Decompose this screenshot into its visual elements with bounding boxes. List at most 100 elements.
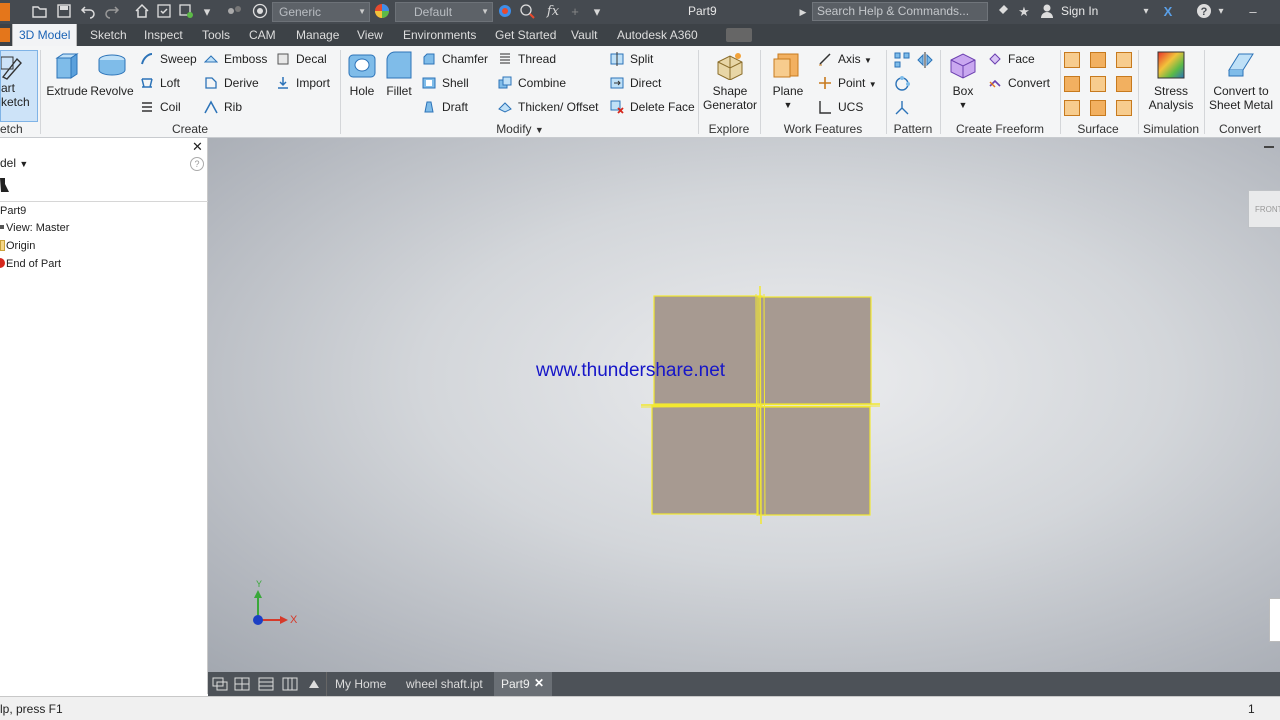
patch-icon[interactable] (1064, 76, 1080, 92)
tree-item-view-master[interactable]: View: Master (0, 222, 69, 234)
tab-cam[interactable]: CAM (249, 28, 276, 42)
shell-button[interactable]: Shell (422, 74, 469, 92)
measure-icon[interactable] (226, 3, 242, 21)
appearance-icon[interactable] (374, 3, 390, 21)
close-icon[interactable]: ✕ (192, 139, 203, 155)
material-icon[interactable] (252, 3, 268, 21)
stitch-icon[interactable] (1090, 52, 1106, 68)
point-button[interactable]: Point ▼ (818, 74, 877, 92)
chamfer-button[interactable]: Chamfer (422, 50, 488, 68)
qat-customize-icon[interactable]: ▾ (590, 3, 604, 21)
qat-dropdown-icon[interactable]: ▾ (200, 3, 214, 21)
plane-button[interactable]: Plane ▼ (766, 50, 810, 112)
material-combo[interactable]: Generic ▼ (272, 2, 370, 22)
extrude-button[interactable]: Extrude (46, 50, 88, 98)
thicken-surface-icon[interactable] (1064, 52, 1080, 68)
draft-button[interactable]: Draft (422, 98, 468, 116)
save-icon[interactable] (56, 3, 72, 21)
viewport-minimize-icon[interactable] (1264, 146, 1274, 148)
signin-dropdown-icon[interactable]: ▾ (1140, 3, 1152, 21)
doc-tab-wheel-shaft[interactable]: wheel shaft.ipt (406, 677, 483, 691)
box-button[interactable]: Box ▼ (944, 50, 982, 112)
combine-button[interactable]: Combine (498, 74, 566, 92)
adjust-icon[interactable] (519, 3, 535, 21)
sign-in-link[interactable]: Sign In (1061, 4, 1098, 18)
sketch-pattern-icon[interactable] (894, 100, 910, 116)
appearance-combo[interactable]: Default ▼ (395, 2, 493, 22)
clear-appearance-icon[interactable] (497, 3, 513, 21)
ribbon-options-icon[interactable] (726, 28, 752, 42)
tab-view[interactable]: View (357, 28, 383, 42)
start-2d-sketch-button[interactable]: art ketch (0, 50, 38, 122)
find-icon[interactable] (0, 178, 10, 195)
select-filter-icon[interactable] (178, 3, 194, 21)
split-button[interactable]: Split (610, 50, 653, 68)
hole-button[interactable]: Hole (344, 50, 380, 98)
help-icon[interactable]: ? (190, 157, 204, 171)
derive-button[interactable]: Derive (204, 74, 259, 92)
fillet-button[interactable]: Fillet (382, 50, 416, 98)
delete-face-button[interactable]: Delete Face (610, 98, 695, 116)
help-icon[interactable]: ? (1196, 3, 1212, 21)
browser-header[interactable]: del ▼ (0, 156, 28, 170)
sketch-geometry[interactable] (640, 284, 900, 534)
tile-windows-icon[interactable] (234, 677, 250, 694)
tab-tools[interactable]: Tools (202, 28, 230, 42)
parameters-button[interactable]: fx (545, 3, 561, 21)
thicken-offset-button[interactable]: Thicken/ Offset (498, 98, 598, 116)
boundary-patch-icon[interactable] (1064, 100, 1080, 116)
cascade-windows-icon[interactable] (212, 677, 228, 694)
open-icon[interactable] (32, 3, 48, 21)
tab-sketch[interactable]: Sketch (90, 28, 127, 42)
arrange-horizontal-icon[interactable] (258, 677, 274, 694)
update-icon[interactable] (156, 3, 172, 21)
axis-button[interactable]: Axis ▼ (818, 50, 872, 68)
tab-manage[interactable]: Manage (296, 28, 339, 42)
import-button[interactable]: Import (276, 74, 330, 92)
revolve-button[interactable]: Revolve (90, 50, 134, 98)
convert-to-sheet-metal-button[interactable]: Convert to Sheet Metal (1208, 50, 1274, 112)
circular-pattern-icon[interactable] (894, 76, 910, 92)
tree-item-end-of-part[interactable]: End of Part (0, 258, 61, 270)
rectangular-pattern-icon[interactable] (894, 52, 910, 68)
coil-button[interactable]: Coil (140, 98, 181, 116)
doc-tab-part9[interactable]: Part9 ✕ (494, 672, 552, 696)
tab-inspect[interactable]: Inspect (144, 28, 183, 42)
plate-bottom-left[interactable] (651, 405, 763, 515)
undo-icon[interactable] (80, 3, 96, 21)
viewcube[interactable]: FRONT (1248, 190, 1280, 228)
face-button[interactable]: Face (988, 50, 1035, 68)
loft-button[interactable]: Loft (140, 74, 180, 92)
shape-generator-button[interactable]: Shape Generator (702, 50, 758, 112)
tab-autodesk-a360[interactable]: Autodesk A360 (617, 28, 698, 42)
minimize-icon[interactable]: – (1246, 3, 1260, 21)
help-dropdown-icon[interactable]: ▾ (1216, 3, 1226, 21)
tab-get-started[interactable]: Get Started (495, 28, 556, 42)
modify-group-label[interactable]: Modify ▼ (480, 122, 560, 136)
exchange-apps-icon[interactable]: X (1160, 3, 1176, 21)
arrange-vertical-icon[interactable] (282, 677, 298, 694)
vertical-sketch-line[interactable] (759, 285, 762, 525)
tab-3d-model[interactable]: 3D Model (12, 24, 78, 46)
triangle-up-icon[interactable] (308, 677, 320, 694)
replace-face-icon[interactable] (1090, 100, 1106, 116)
convert-freeform-button[interactable]: Convert (988, 74, 1050, 92)
search-icon[interactable] (994, 3, 1010, 21)
stress-analysis-button[interactable]: Stress Analysis (1142, 50, 1200, 112)
decal-button[interactable]: Decal (276, 50, 327, 68)
mirror-icon[interactable] (917, 52, 933, 68)
tab-environments[interactable]: Environments (403, 28, 476, 42)
plate-bottom-right[interactable] (757, 406, 871, 516)
rib-button[interactable]: Rib (204, 98, 242, 116)
home-icon[interactable] (134, 3, 150, 21)
tree-item-part[interactable]: Part9 (0, 205, 26, 217)
thread-button[interactable]: Thread (498, 50, 556, 68)
tab-vault[interactable]: Vault (571, 28, 597, 42)
sculpt-icon[interactable] (1116, 52, 1132, 68)
sweep-button[interactable]: Sweep (140, 50, 197, 68)
graphics-viewport[interactable]: FRONT www.thundershare.net Y X (208, 138, 1280, 672)
plate-top-left[interactable] (653, 295, 763, 405)
plus-icon[interactable]: + (568, 3, 582, 21)
doc-tab-my-home[interactable]: My Home (335, 677, 386, 691)
navigation-bar[interactable] (1269, 598, 1280, 642)
